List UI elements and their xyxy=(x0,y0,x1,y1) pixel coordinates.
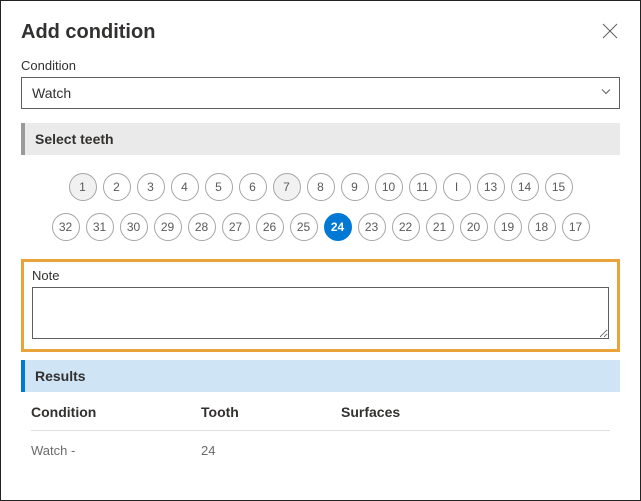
tooth-1[interactable]: 1 xyxy=(69,173,97,201)
tooth-25[interactable]: 25 xyxy=(290,213,318,241)
col-tooth: Tooth xyxy=(201,404,341,420)
dialog-header: Add condition xyxy=(21,21,620,44)
table-row: Watch -24 xyxy=(31,431,610,468)
cell-tooth: 24 xyxy=(201,443,341,458)
close-button[interactable] xyxy=(600,21,620,41)
tooth-6[interactable]: 6 xyxy=(239,173,267,201)
tooth-19[interactable]: 19 xyxy=(494,213,522,241)
condition-label: Condition xyxy=(21,58,620,73)
select-teeth-title: Select teeth xyxy=(35,131,114,147)
tooth-I[interactable]: I xyxy=(443,173,471,201)
condition-select[interactable]: Watch xyxy=(21,77,620,109)
note-textarea[interactable] xyxy=(32,287,609,339)
lower-tooth-row: 32313029282726252423222120191817 xyxy=(31,213,610,241)
tooth-27[interactable]: 27 xyxy=(222,213,250,241)
close-icon xyxy=(602,23,618,39)
cell-condition: Watch - xyxy=(31,443,201,458)
note-label: Note xyxy=(32,268,609,283)
condition-select-value: Watch xyxy=(32,85,71,101)
cell-surfaces xyxy=(341,443,610,458)
tooth-18[interactable]: 18 xyxy=(528,213,556,241)
tooth-29[interactable]: 29 xyxy=(154,213,182,241)
tooth-17[interactable]: 17 xyxy=(562,213,590,241)
results-title: Results xyxy=(35,368,86,384)
results-columns: Condition Tooth Surfaces xyxy=(31,404,610,431)
tooth-26[interactable]: 26 xyxy=(256,213,284,241)
upper-tooth-row: 1234567891011I131415 xyxy=(31,173,610,201)
tooth-3[interactable]: 3 xyxy=(137,173,165,201)
tooth-15[interactable]: 15 xyxy=(545,173,573,201)
tooth-4[interactable]: 4 xyxy=(171,173,199,201)
tooth-22[interactable]: 22 xyxy=(392,213,420,241)
select-teeth-header: Select teeth xyxy=(21,123,620,155)
tooth-13[interactable]: 13 xyxy=(477,173,505,201)
add-condition-dialog: Add condition Condition Watch Select tee… xyxy=(1,1,640,468)
tooth-28[interactable]: 28 xyxy=(188,213,216,241)
tooth-8[interactable]: 8 xyxy=(307,173,335,201)
tooth-30[interactable]: 30 xyxy=(120,213,148,241)
tooth-5[interactable]: 5 xyxy=(205,173,233,201)
tooth-24[interactable]: 24 xyxy=(324,213,352,241)
dialog-title: Add condition xyxy=(21,21,155,44)
condition-select-wrap: Watch xyxy=(21,77,620,109)
tooth-21[interactable]: 21 xyxy=(426,213,454,241)
tooth-7[interactable]: 7 xyxy=(273,173,301,201)
tooth-9[interactable]: 9 xyxy=(341,173,369,201)
results-header: Results xyxy=(21,360,620,392)
tooth-10[interactable]: 10 xyxy=(375,173,403,201)
note-block: Note xyxy=(21,259,620,352)
tooth-2[interactable]: 2 xyxy=(103,173,131,201)
teeth-grid: 1234567891011I131415 3231302928272625242… xyxy=(21,173,620,259)
results-table: Condition Tooth Surfaces Watch -24 xyxy=(21,404,620,468)
tooth-32[interactable]: 32 xyxy=(52,213,80,241)
tooth-14[interactable]: 14 xyxy=(511,173,539,201)
tooth-23[interactable]: 23 xyxy=(358,213,386,241)
col-condition: Condition xyxy=(31,404,201,420)
tooth-20[interactable]: 20 xyxy=(460,213,488,241)
results-body: Watch -24 xyxy=(31,431,610,468)
tooth-11[interactable]: 11 xyxy=(409,173,437,201)
tooth-31[interactable]: 31 xyxy=(86,213,114,241)
col-surfaces: Surfaces xyxy=(341,404,610,420)
